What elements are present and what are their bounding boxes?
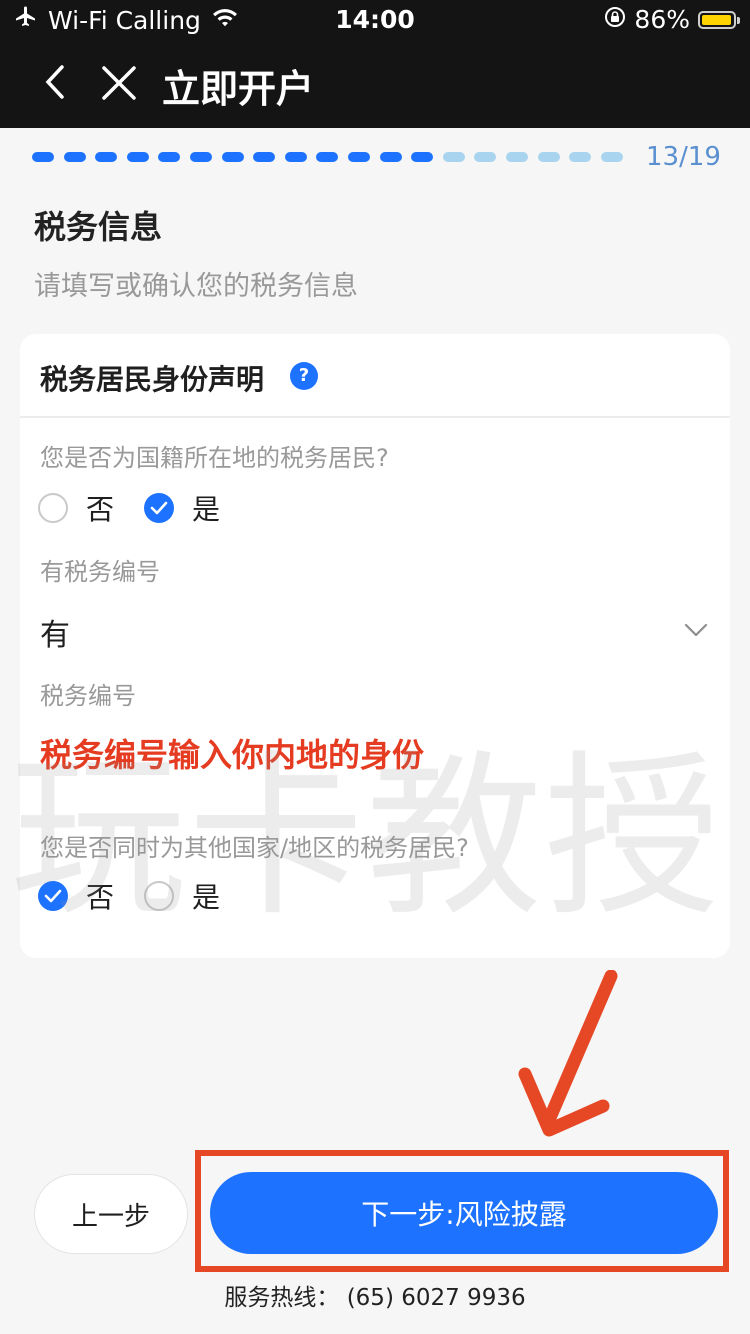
- top-bar: Wi-Fi Calling 14:00 86% 立即开户: [0, 0, 750, 128]
- progress-step-todo: [600, 152, 623, 162]
- rotation-lock-icon: [604, 5, 626, 34]
- question-other-residency: 您是否同时为其他国家/地区的税务居民?: [40, 834, 469, 862]
- battery-percent: 86%: [634, 5, 690, 34]
- progress-step-done: [316, 152, 339, 162]
- progress-step-done: [32, 152, 54, 162]
- progress-step-done: [190, 152, 212, 162]
- progress-step-todo: [474, 152, 497, 162]
- tax-id-availability-label: 有税务编号: [40, 558, 160, 586]
- back-arrow-icon[interactable]: [40, 64, 72, 100]
- progress-step-done: [348, 152, 370, 162]
- progress-step-done: [284, 152, 307, 162]
- question-nationality-residency: 您是否为国籍所在地的税务居民?: [40, 444, 389, 472]
- next-step-button[interactable]: 下一步:风险披露: [210, 1172, 718, 1254]
- progress-step-done: [63, 152, 86, 162]
- radio-q1-yes-label[interactable]: 是: [192, 488, 220, 528]
- radio-q1-no[interactable]: [38, 493, 68, 523]
- close-icon[interactable]: [100, 64, 138, 102]
- section-subtitle: 请填写或确认您的税务信息: [34, 271, 358, 302]
- radio-q1-yes[interactable]: [144, 493, 175, 523]
- radio-q2-yes[interactable]: [144, 881, 175, 911]
- status-right: 86%: [604, 5, 740, 34]
- card-title: 税务居民身份声明: [40, 363, 265, 396]
- service-hotline: 服务热线： (65) 6027 9936: [224, 1285, 526, 1311]
- tax-residency-card: 税务居民身份声明 ? 您是否为国籍所在地的税务居民? 否 是 有税务编号 有 税…: [20, 334, 730, 958]
- progress-step-done: [253, 152, 276, 162]
- progress-step-todo: [442, 152, 465, 162]
- progress-count: 13/19: [646, 142, 721, 172]
- annotation-arrow-icon: [518, 970, 618, 1137]
- radio-q2-no[interactable]: [38, 881, 68, 911]
- radio-group-q2: 否 是: [38, 878, 250, 914]
- progress-step-done: [126, 152, 149, 162]
- section-title: 税务信息: [34, 208, 163, 246]
- progress-step-done: [95, 152, 118, 162]
- prev-step-button[interactable]: 上一步: [34, 1174, 188, 1254]
- battery-icon: [698, 10, 740, 29]
- progress-step-done: [158, 152, 181, 162]
- tax-id-label: 税务编号: [40, 682, 136, 710]
- progress-step-todo: [569, 152, 592, 162]
- progress-step-todo: [537, 152, 560, 162]
- tax-id-annotation: 税务编号输入你内地的身份: [40, 736, 425, 774]
- radio-group-q1: 否 是: [38, 490, 250, 526]
- progress-step-done: [411, 152, 434, 162]
- step-progress: [30, 150, 630, 166]
- check-icon: [150, 501, 168, 515]
- status-bar: Wi-Fi Calling 14:00 86%: [0, 0, 750, 40]
- tax-id-availability-select[interactable]: 有: [40, 610, 70, 654]
- radio-q2-no-label[interactable]: 否: [86, 876, 114, 916]
- check-icon: [44, 889, 62, 903]
- radio-q1-no-label[interactable]: 否: [86, 488, 114, 528]
- page-title: 立即开户: [162, 67, 315, 111]
- card-header: 税务居民身份声明 ?: [20, 334, 730, 418]
- progress-step-todo: [506, 152, 528, 162]
- nav-bar: 立即开户: [0, 48, 750, 120]
- help-icon[interactable]: ?: [290, 362, 318, 390]
- chevron-down-icon[interactable]: [684, 618, 708, 642]
- radio-q2-yes-label[interactable]: 是: [192, 876, 220, 916]
- progress-step-done: [379, 152, 402, 162]
- progress-step-done: [221, 152, 244, 162]
